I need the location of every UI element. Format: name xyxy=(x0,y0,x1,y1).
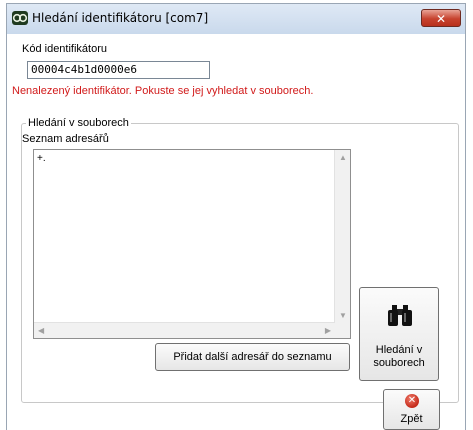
add-directory-button[interactable]: Přidat další adresář do seznamu xyxy=(155,343,350,371)
scroll-up-icon[interactable]: ▲ xyxy=(339,153,347,163)
scroll-right-icon[interactable]: ▶ xyxy=(325,326,331,336)
scroll-left-icon[interactable]: ◀ xyxy=(38,326,44,336)
dialog-window: Hledání identifikátoru [com7] ✕ Kód iden… xyxy=(6,3,466,430)
identifier-label: Kód identifikátoru xyxy=(22,43,107,55)
list-item[interactable]: +. xyxy=(37,153,46,164)
close-circle-icon: ✕ xyxy=(405,394,419,408)
back-button[interactable]: ✕ Zpět xyxy=(383,389,440,430)
binoculars-icon xyxy=(388,305,412,326)
dialog-body: Kód identifikátoru 00004c4b1d0000e6 Nena… xyxy=(7,34,465,430)
search-button-label: Hledání v souborech xyxy=(373,344,425,369)
app-icon xyxy=(12,11,28,25)
warning-message: Nenalezený identifikátor. Pokuste se jej… xyxy=(12,85,314,97)
back-button-label: Zpět xyxy=(400,413,423,425)
directory-list-label: Seznam adresářů xyxy=(22,133,109,145)
scroll-down-icon[interactable]: ▼ xyxy=(339,311,347,321)
close-icon: ✕ xyxy=(435,12,447,26)
vertical-scrollbar[interactable]: ▲ ▼ xyxy=(334,150,350,323)
scrollbar-corner xyxy=(335,323,350,338)
close-button[interactable]: ✕ xyxy=(421,9,461,27)
search-in-files-button[interactable]: Hledání v souborech xyxy=(359,287,439,381)
file-search-group-label: Hledání v souborech xyxy=(26,117,131,129)
window-title: Hledání identifikátoru [com7] xyxy=(32,11,209,25)
identifier-input[interactable]: 00004c4b1d0000e6 xyxy=(27,61,210,79)
directory-list[interactable]: +. ▲ ▼ ◀ ▶ xyxy=(33,149,351,339)
horizontal-scrollbar[interactable]: ◀ ▶ xyxy=(34,322,335,338)
title-bar[interactable]: Hledání identifikátoru [com7] ✕ xyxy=(7,4,465,35)
